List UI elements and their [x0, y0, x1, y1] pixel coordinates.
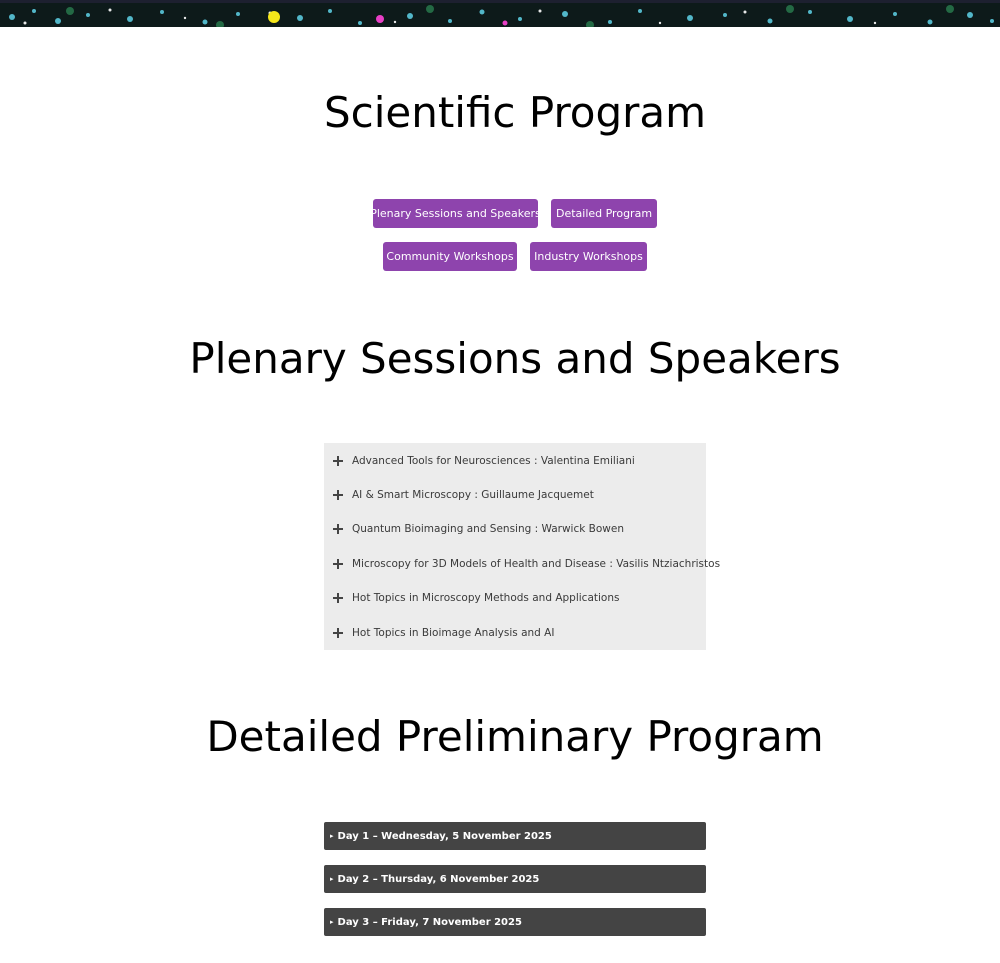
plus-icon — [333, 455, 344, 467]
accordion-item-label: Quantum Bioimaging and Sensing : Warwick… — [352, 523, 624, 535]
accordion-item-label: Hot Topics in Microscopy Methods and App… — [352, 592, 620, 604]
triangle-right-icon: ▸ — [330, 832, 334, 840]
day-label: Day 1 – Wednesday, 5 November 2025 — [337, 830, 552, 842]
detailed-program-button[interactable]: Detailed Program — [551, 199, 657, 228]
accordion-item-label: Microscopy for 3D Models of Health and D… — [352, 558, 721, 570]
plus-icon — [333, 627, 344, 639]
accordion-item-label: Hot Topics in Bioimage Analysis and AI — [352, 627, 555, 639]
industry-workshops-button[interactable]: Industry Workshops — [530, 242, 647, 271]
plus-icon — [333, 489, 344, 501]
detailed-program-heading: Detailed Preliminary Program — [206, 712, 824, 761]
community-workshops-button[interactable]: Community Workshops — [383, 242, 517, 271]
plus-icon — [333, 558, 344, 570]
day-1-toggle[interactable]: ▸ Day 1 – Wednesday, 5 November 2025 — [324, 822, 706, 850]
triangle-right-icon: ▸ — [330, 875, 334, 883]
day-label: Day 3 – Friday, 7 November 2025 — [337, 916, 522, 928]
day-3-toggle[interactable]: ▸ Day 3 – Friday, 7 November 2025 — [324, 908, 706, 936]
plenary-sessions-button[interactable]: Plenary Sessions and Speakers — [370, 199, 541, 228]
accordion-item-quantum-bioimaging[interactable]: Quantum Bioimaging and Sensing : Warwick… — [324, 512, 706, 546]
plus-icon — [333, 592, 344, 604]
accordion-item-ai-smart-microscopy[interactable]: AI & Smart Microscopy : Guillaume Jacque… — [324, 478, 706, 512]
microscopy-banner-graphic — [0, 3, 1000, 27]
accordion-item-label: AI & Smart Microscopy : Guillaume Jacque… — [352, 489, 594, 501]
accordion-item-3d-models[interactable]: Microscopy for 3D Models of Health and D… — [324, 547, 720, 581]
accordion-item-hot-topics-bioimage[interactable]: Hot Topics in Bioimage Analysis and AI — [324, 616, 706, 650]
triangle-right-icon: ▸ — [330, 918, 334, 926]
accordion-item-hot-topics-microscopy[interactable]: Hot Topics in Microscopy Methods and App… — [324, 581, 706, 615]
accordion-item-label: Advanced Tools for Neurosciences : Valen… — [352, 455, 635, 467]
header-banner-image — [0, 0, 1000, 27]
plenary-sessions-accordion: Advanced Tools for Neurosciences : Valen… — [324, 443, 720, 650]
day-2-toggle[interactable]: ▸ Day 2 – Thursday, 6 November 2025 — [324, 865, 706, 893]
plenary-sessions-heading: Plenary Sessions and Speakers — [189, 334, 841, 383]
day-label: Day 2 – Thursday, 6 November 2025 — [337, 873, 540, 885]
page-title: Scientific Program — [323, 88, 707, 137]
accordion-item-advanced-tools[interactable]: Advanced Tools for Neurosciences : Valen… — [324, 444, 706, 478]
plus-icon — [333, 523, 344, 535]
